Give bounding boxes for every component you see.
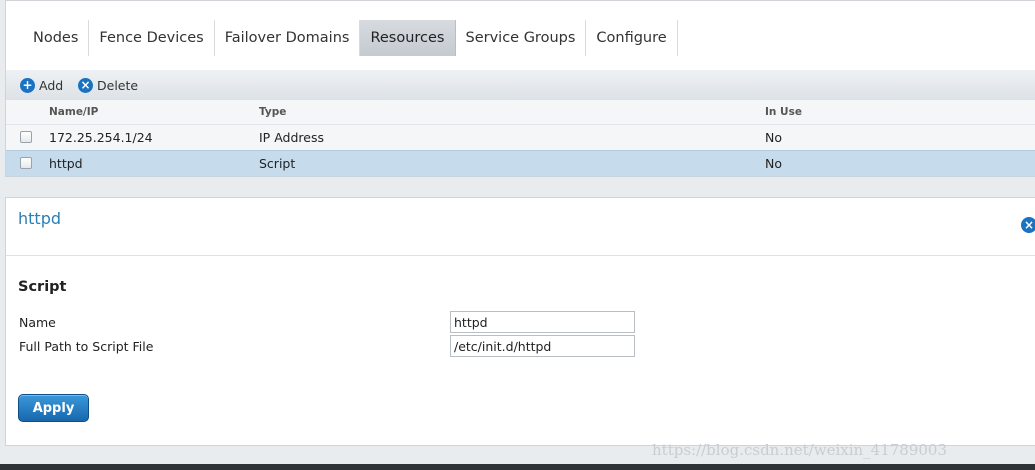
add-button-label: Add: [39, 77, 64, 93]
cell-type: Script: [259, 156, 296, 171]
row-checkbox[interactable]: [20, 131, 32, 143]
divider: [6, 255, 1035, 256]
tab-service-groups[interactable]: Service Groups: [456, 20, 587, 56]
tab-nodes[interactable]: Nodes: [23, 20, 90, 56]
column-header-type[interactable]: Type: [259, 106, 286, 118]
delete-button[interactable]: × Delete: [78, 76, 138, 94]
cell-type: IP Address: [259, 130, 324, 145]
table-row-selected[interactable]: httpd Script No: [6, 150, 1035, 176]
detail-title: httpd: [18, 209, 61, 228]
tab-failover-domains[interactable]: Failover Domains: [215, 20, 361, 56]
table-header: Name/IP Type In Use: [6, 100, 1035, 124]
plus-circle-icon: +: [20, 77, 35, 93]
script-path-field[interactable]: [450, 335, 635, 357]
resources-table: Name/IP Type In Use 172.25.254.1/24 IP A…: [5, 100, 1035, 177]
cell-name: 172.25.254.1/24: [49, 130, 153, 145]
cell-in-use: No: [765, 130, 782, 145]
tab-resources[interactable]: Resources: [360, 20, 456, 56]
add-button[interactable]: + Add: [20, 76, 63, 94]
close-icon[interactable]: ×: [1021, 217, 1035, 233]
watermark: https://blog.csdn.net/weixin_41789003: [652, 441, 948, 459]
tab-configure[interactable]: Configure: [586, 20, 678, 56]
resource-toolbar: + Add × Delete: [5, 70, 1035, 100]
resource-detail-panel: httpd × Script Name Full Path to Script …: [5, 197, 1035, 446]
name-field[interactable]: [450, 311, 635, 333]
delete-button-label: Delete: [97, 77, 139, 93]
cell-in-use: No: [765, 156, 782, 171]
footer-bar: [0, 464, 1035, 470]
apply-button[interactable]: Apply: [18, 394, 89, 422]
top-navigation: Nodes Fence Devices Failover Domains Res…: [5, 0, 1035, 70]
column-header-name-ip[interactable]: Name/IP: [49, 106, 98, 118]
row-checkbox[interactable]: [20, 157, 32, 169]
x-circle-icon: ×: [78, 77, 93, 93]
tab-fence-devices[interactable]: Fence Devices: [89, 20, 215, 56]
name-field-label: Name: [19, 315, 56, 330]
cell-name: httpd: [49, 156, 83, 171]
script-path-field-label: Full Path to Script File: [19, 339, 154, 354]
table-row[interactable]: 172.25.254.1/24 IP Address No: [6, 124, 1035, 150]
column-header-in-use[interactable]: In Use: [765, 106, 802, 118]
tab-bar: Nodes Fence Devices Failover Domains Res…: [23, 20, 678, 56]
section-heading: Script: [18, 279, 67, 295]
